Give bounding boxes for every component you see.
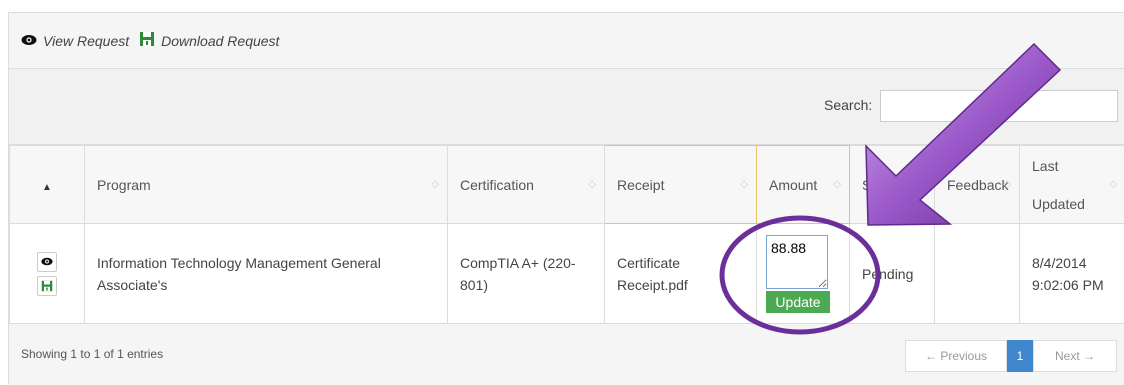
search-bar: Search: — [9, 69, 1124, 145]
amount-cell: 88.88 Update — [757, 224, 850, 324]
row-actions-cell — [10, 224, 85, 324]
last-updated-cell: 8/4/2014 9:02:06 PM — [1020, 224, 1124, 324]
search-input[interactable] — [880, 90, 1118, 122]
table-row: Information Technology Management Genera… — [10, 224, 1124, 324]
update-button[interactable]: Update — [766, 291, 830, 313]
amount-input[interactable]: 88.88 — [766, 235, 828, 289]
download-icon — [41, 280, 53, 292]
download-icon — [139, 31, 155, 50]
sort-ascending-icon: ▲ — [42, 182, 52, 193]
eye-icon — [21, 33, 37, 49]
column-header-amount[interactable]: Amount◇ — [757, 146, 850, 224]
pagination: ← Previous 1 Next → — [905, 340, 1117, 372]
sort-icon: ◇ — [431, 181, 439, 189]
search-label: Search: — [824, 97, 872, 113]
updated-date: 8/4/2014 — [1032, 252, 1113, 274]
column-header-status[interactable]: Status — [850, 146, 935, 224]
eye-icon — [41, 257, 53, 266]
column-header-receipt[interactable]: Receipt◇ — [605, 146, 757, 224]
column-header-last-updated[interactable]: Last Updated◇ — [1020, 146, 1124, 224]
sort-icon: ◇ — [1003, 181, 1011, 189]
table-footer: Showing 1 to 1 of 1 entries ← Previous 1… — [9, 323, 1124, 385]
legend-bar: View Request Download Request — [9, 13, 1124, 69]
requests-table: ▲ Program◇ Certification◇ Receipt◇ Amoun… — [9, 145, 1124, 324]
sort-icon: ◇ — [588, 181, 596, 189]
download-request-button[interactable] — [37, 276, 57, 296]
column-header-actions[interactable]: ▲ — [10, 146, 85, 224]
page-1-button[interactable]: 1 — [1007, 340, 1033, 372]
program-cell: Information Technology Management Genera… — [85, 224, 448, 324]
status-cell: Pending — [850, 224, 935, 324]
sort-icon: ◇ — [740, 181, 748, 189]
column-header-feedback[interactable]: Feedback◇ — [935, 146, 1020, 224]
requests-panel: View Request Download Request Search: ▲ … — [8, 12, 1124, 384]
view-request-button[interactable] — [37, 252, 57, 272]
certification-cell: CompTIA A+ (220-801) — [448, 224, 605, 324]
download-request-label: Download Request — [161, 33, 279, 49]
receipt-link[interactable]: Certificate Receipt.pdf — [605, 224, 757, 324]
entries-info: Showing 1 to 1 of 1 entries — [21, 347, 163, 361]
previous-page-button[interactable]: ← Previous — [905, 340, 1007, 372]
view-request-label: View Request — [43, 33, 129, 49]
table-header-row: ▲ Program◇ Certification◇ Receipt◇ Amoun… — [10, 146, 1124, 224]
next-page-button[interactable]: Next → — [1033, 340, 1117, 372]
sort-icon: ◇ — [1109, 181, 1117, 189]
sort-icon: ◇ — [833, 181, 841, 189]
column-header-certification[interactable]: Certification◇ — [448, 146, 605, 224]
column-header-program[interactable]: Program◇ — [85, 146, 448, 224]
updated-time: 9:02:06 PM — [1032, 274, 1113, 296]
feedback-cell — [935, 224, 1020, 324]
